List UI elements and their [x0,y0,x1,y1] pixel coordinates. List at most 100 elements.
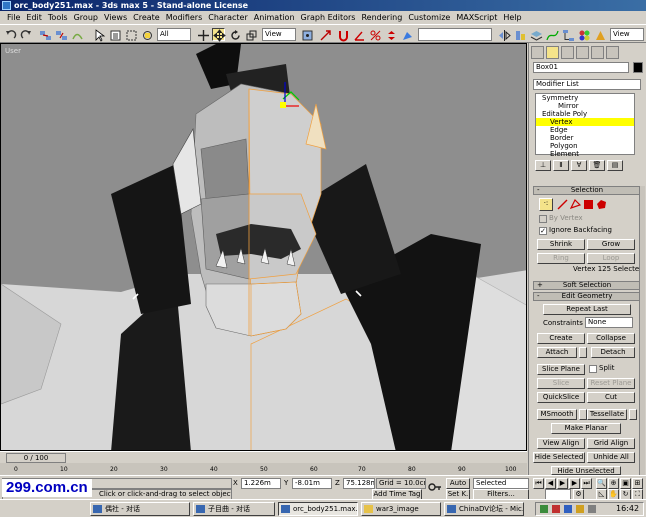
tessellate-button[interactable]: Tessellate [587,409,627,420]
hide-selected-button[interactable]: Hide Selected [533,452,585,463]
angle-snap-icon[interactable] [352,28,365,41]
taskbar-item[interactable]: 偶社 - 对话 [90,502,190,516]
zoom-extents-all-icon[interactable]: ⊞ [632,478,643,489]
x-coordinate-field[interactable]: 1.226m [241,478,281,489]
slice-plane-button[interactable]: Slice Plane [537,364,585,375]
tray-icon[interactable] [576,505,584,513]
menu-file[interactable]: File [4,11,23,24]
remove-modifier-icon[interactable]: 🗑 [589,160,605,171]
ring-button[interactable]: Ring [537,253,585,264]
vertex-mode-icon[interactable]: ·: [539,198,553,211]
collapse-button[interactable]: Collapse [587,333,635,344]
time-slider[interactable]: 0 / 100 [0,451,527,463]
pin-stack-icon[interactable]: ⊥ [535,160,551,171]
zoom-icon[interactable]: 🔍 [596,478,607,489]
object-name-field[interactable]: Box01 [533,62,629,73]
create-button[interactable]: Create [537,333,585,344]
undo-icon[interactable] [3,28,17,41]
display-tab-icon[interactable] [591,46,604,59]
mirror-icon[interactable] [497,28,511,41]
repeat-last-button[interactable]: Repeat Last [543,304,631,315]
window-crossing-icon[interactable] [140,28,153,41]
modifier-list-dropdown[interactable]: Modifier List [533,79,641,90]
menu-animation[interactable]: Animation [251,11,298,24]
modifier-stack[interactable]: Symmetry Mirror Editable Poly Vertex Edg… [535,93,635,158]
next-frame-icon[interactable]: ▶ [569,478,580,489]
play-icon[interactable]: ▶ [557,478,568,489]
percent-snap-icon[interactable] [368,28,381,41]
utilities-tab-icon[interactable] [606,46,619,59]
menu-modifiers[interactable]: Modifiers [163,11,206,24]
reset-plane-button[interactable]: Reset Plane [587,378,635,389]
redo-icon[interactable] [19,28,32,41]
reference-coordinate-dropdown[interactable]: View [262,28,296,41]
tray-icon[interactable] [552,505,560,513]
previous-frame-icon[interactable]: ◀ [545,478,556,489]
configure-modifier-sets-icon[interactable]: ▤ [607,160,623,171]
shrink-button[interactable]: Shrink [537,239,585,250]
make-unique-icon[interactable]: ∀ [571,160,587,171]
taskbar-item-active[interactable]: orc_body251.max... [278,502,358,516]
key-icon[interactable] [428,481,442,493]
auto-key-button[interactable]: Auto [446,478,470,489]
loop-button[interactable]: Loop [587,253,635,264]
rect-selection-icon[interactable] [124,28,137,41]
motion-tab-icon[interactable] [576,46,589,59]
object-color-swatch[interactable] [633,62,643,73]
z-coordinate-field[interactable]: 75.128m [343,478,375,489]
split-checkbox[interactable] [589,365,597,373]
constraints-dropdown[interactable]: None [585,317,633,328]
by-vertex-checkbox[interactable] [539,215,547,223]
taskbar-item[interactable]: ChinaDV论坛 - Mic... [444,502,524,516]
select-by-name-icon[interactable] [108,28,121,41]
select-and-rotate-icon[interactable] [228,28,241,41]
time-slider-thumb[interactable]: 0 / 100 [6,453,66,463]
grid-align-button[interactable]: Grid Align [587,438,635,449]
menu-edit[interactable]: Edit [23,11,45,24]
modify-tab-icon[interactable] [546,46,559,59]
named-selection-sets-field[interactable] [418,28,492,41]
tray-icon[interactable] [588,505,596,513]
command-panel-scrollbar[interactable] [639,186,645,475]
slice-button[interactable]: Slice [537,378,585,389]
stack-item-element[interactable]: Element [536,150,634,158]
stack-item-mirror[interactable]: Mirror [536,102,634,110]
soft-selection-rollout-header[interactable]: + Soft Selection [533,281,641,290]
select-and-move-icon[interactable] [196,28,209,41]
tray-icon[interactable] [564,505,572,513]
menu-group[interactable]: Group [71,11,101,24]
stack-item-polygon[interactable]: Polygon [536,142,634,150]
pivot-center-icon[interactable] [300,28,313,41]
select-object-icon[interactable] [92,28,106,42]
detach-button[interactable]: Detach [591,347,635,358]
stack-item-symmetry[interactable]: Symmetry [536,94,634,102]
y-coordinate-field[interactable]: -8.01m [292,478,332,489]
zoom-all-icon[interactable]: ⊕ [608,478,619,489]
hide-unselected-button[interactable]: Hide Unselected [551,466,621,475]
bind-space-warp-icon[interactable] [70,28,83,41]
menu-help[interactable]: Help [500,11,524,24]
quickslice-button[interactable]: QuickSlice [537,392,585,403]
select-and-move-active-icon[interactable] [212,28,226,42]
grow-button[interactable]: Grow [587,239,635,250]
taskbar-item[interactable]: war3_image [361,502,441,516]
select-manipulate-icon[interactable] [318,28,331,41]
selection-rollout-header[interactable]: - Selection [533,186,641,195]
view-align-button[interactable]: View Align [537,438,585,449]
element-mode-icon[interactable] [596,199,607,210]
tray-icon[interactable] [540,505,548,513]
selection-filter-dropdown[interactable]: All [157,28,191,41]
schematic-view-icon[interactable] [561,28,574,41]
stack-item-editable-poly[interactable]: Editable Poly [536,110,634,118]
stack-item-edge[interactable]: Edge [536,126,634,134]
render-type-dropdown[interactable]: View [610,28,644,41]
menu-customize[interactable]: Customize [405,11,453,24]
attach-button[interactable]: Attach [537,347,577,358]
edit-geometry-rollout-header[interactable]: - Edit Geometry [533,292,641,301]
user-viewport[interactable]: User [0,43,527,451]
menu-tools[interactable]: Tools [45,11,71,24]
border-mode-icon[interactable] [569,198,582,210]
polygon-mode-icon[interactable] [583,199,594,210]
menu-rendering[interactable]: Rendering [358,11,405,24]
align-icon[interactable] [513,28,526,41]
